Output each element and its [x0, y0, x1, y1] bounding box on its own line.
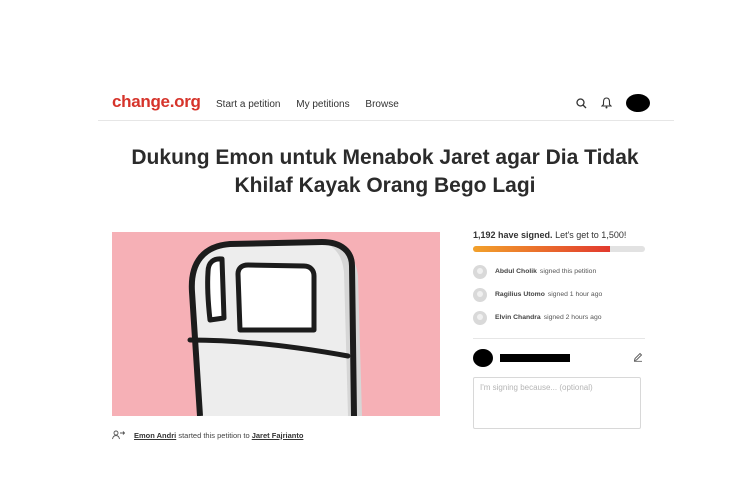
- signature-count: 1,192 have signed. Let's get to 1,500!: [473, 230, 645, 240]
- petition-title: Dukung Emon untuk Menabok Jaret agar Dia…: [100, 144, 670, 200]
- nav-start-petition[interactable]: Start a petition: [216, 99, 280, 110]
- signer-avatar: [473, 287, 487, 302]
- signer-item: Abdul Cholik signed this petition: [473, 260, 645, 283]
- signer-action: signed 1 hour ago: [547, 291, 603, 298]
- bell-icon[interactable]: [601, 97, 612, 109]
- signer-name[interactable]: Ragilius Utomo: [495, 291, 545, 298]
- signed-count-text: 1,192 have signed.: [473, 230, 553, 240]
- starter-text: started this petition to: [178, 430, 250, 440]
- cartoon-face-illustration: [187, 239, 362, 416]
- signer-action: signed 2 hours ago: [543, 314, 602, 321]
- share-person-icon: [112, 430, 126, 440]
- signer-name[interactable]: Elvin Chandra: [495, 314, 541, 321]
- signer-avatar: [473, 264, 487, 279]
- target-name-link[interactable]: Jaret Fajrianto: [252, 431, 304, 440]
- user-avatar[interactable]: [626, 94, 650, 112]
- panel-divider: [473, 338, 645, 339]
- signature-panel: 1,192 have signed. Let's get to 1,500! A…: [473, 230, 645, 329]
- signer-name[interactable]: Abdul Cholik: [495, 268, 537, 275]
- petition-title-line-2: Khilaf Kayak Orang Bego Lagi: [234, 174, 536, 197]
- signer-action: signed this petition: [539, 268, 597, 275]
- progress-fill: [473, 246, 610, 252]
- petition-title-line-1: Dukung Emon untuk Menabok Jaret agar Dia…: [131, 146, 639, 169]
- signer-item: Elvin Chandra signed 2 hours ago: [473, 306, 645, 329]
- goal-text: Let's get to 1,500!: [555, 230, 627, 240]
- petition-image: [112, 232, 440, 416]
- current-user-row: [473, 349, 645, 367]
- nav-browse[interactable]: Browse: [365, 99, 398, 110]
- signer-item: Ragilius Utomo signed 1 hour ago: [473, 283, 645, 306]
- nav-my-petitions[interactable]: My petitions: [296, 99, 349, 110]
- header-actions: [576, 94, 650, 112]
- top-nav: change.org Start a petition My petitions…: [98, 88, 674, 121]
- signer-avatar: [473, 310, 487, 325]
- signing-reason-input[interactable]: [473, 377, 641, 429]
- current-user-name-redacted: [500, 354, 570, 362]
- recent-signers: Abdul Cholik signed this petition Ragili…: [473, 260, 645, 329]
- current-user-avatar: [473, 349, 493, 367]
- starter-name-link[interactable]: Emon Andri: [134, 431, 176, 440]
- search-icon[interactable]: [576, 97, 587, 109]
- edit-icon[interactable]: [633, 352, 643, 362]
- nav-links: Start a petition My petitions Browse: [216, 99, 412, 110]
- progress-bar: [473, 246, 645, 252]
- change-org-logo[interactable]: change.org: [112, 92, 201, 112]
- petition-starter: Emon Andri started this petition to Jare…: [112, 430, 303, 440]
